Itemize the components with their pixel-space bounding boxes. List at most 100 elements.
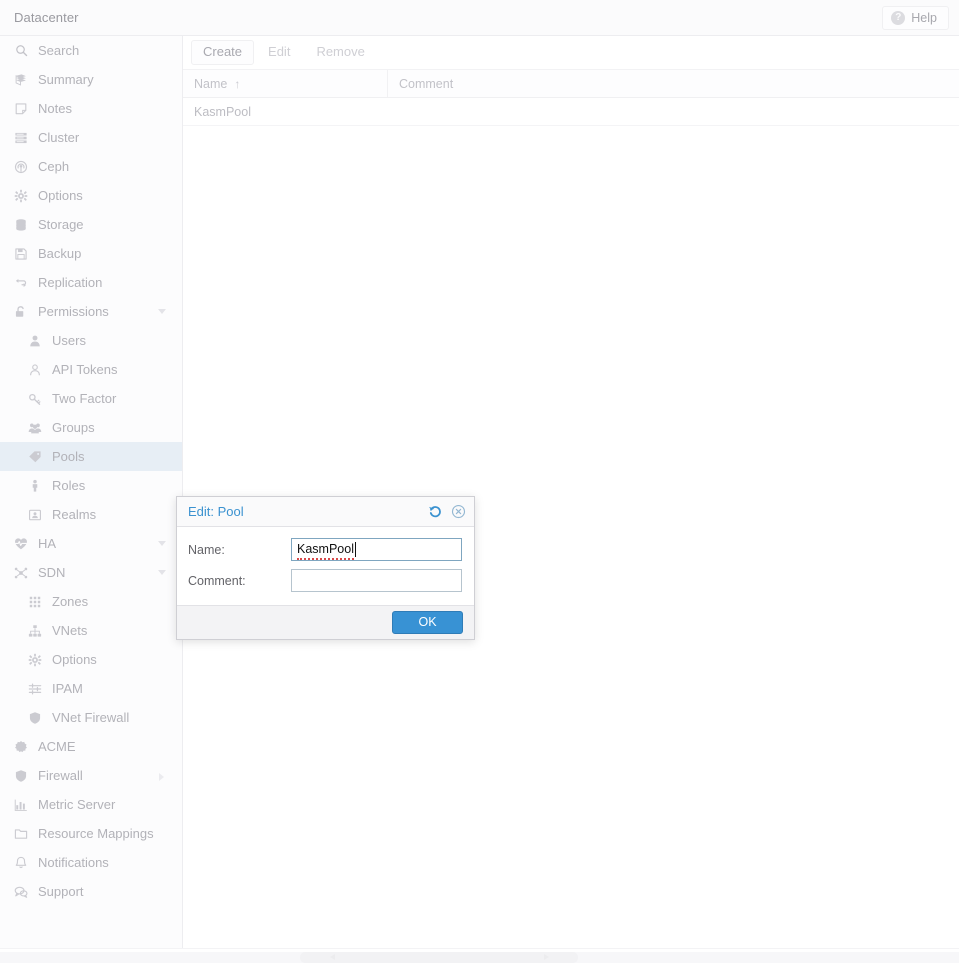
sidebar-item-label: Options: [38, 188, 83, 203]
sidebar-item-api-tokens[interactable]: API Tokens: [0, 355, 182, 384]
sidebar-item-firewall[interactable]: Firewall: [0, 761, 182, 790]
comments-icon: [12, 884, 30, 900]
column-header-name[interactable]: Name ↑: [183, 70, 388, 97]
id-card-icon: [26, 507, 44, 523]
sidebar-item-label: HA: [38, 536, 57, 551]
create-button[interactable]: Create: [191, 40, 255, 65]
sidebar-item-label: Groups: [52, 420, 95, 435]
sidebar-item-zones[interactable]: Zones: [0, 587, 182, 616]
sidebar-item-groups[interactable]: Groups: [0, 413, 182, 442]
sidebar-item-resource-mappings[interactable]: Resource Mappings: [0, 819, 182, 848]
edit-button[interactable]: Edit: [256, 40, 302, 65]
sidebar-item-label: API Tokens: [52, 362, 118, 377]
text-cursor: [354, 542, 356, 557]
sidebar-item-replication[interactable]: Replication: [0, 268, 182, 297]
sitemap-icon: [26, 623, 44, 639]
dialog-footer: OK: [177, 605, 474, 639]
database-icon: [12, 217, 30, 233]
scrollbar-thumb[interactable]: [300, 952, 578, 963]
remove-button[interactable]: Remove: [304, 40, 376, 65]
book-icon: [12, 72, 30, 88]
sidebar-item-support[interactable]: Support: [0, 877, 182, 906]
grid-header: Name ↑ Comment: [183, 70, 959, 98]
sidebar-item-ceph[interactable]: Ceph: [0, 152, 182, 181]
sidebar-item-label: Two Factor: [52, 391, 117, 406]
folder-icon: [12, 826, 30, 842]
sidebar-item-label: Roles: [52, 478, 86, 493]
unlock-icon: [12, 304, 30, 320]
note-icon: [12, 101, 30, 117]
cell-comment: [388, 98, 959, 125]
sidebar-item-roles[interactable]: Roles: [0, 471, 182, 500]
chevron-down-icon[interactable]: [158, 309, 166, 314]
sidebar-item-label: Permissions: [38, 304, 109, 319]
scroll-left-arrow-icon[interactable]: [330, 954, 335, 960]
help-button-label: Help: [911, 10, 937, 25]
sidebar-item-search[interactable]: Search: [0, 36, 182, 65]
top-bar: Datacenter ? Help: [0, 0, 959, 36]
sidebar-item-label: Options: [52, 652, 97, 667]
sidebar-item-notes[interactable]: Notes: [0, 94, 182, 123]
sidebar-item-pools[interactable]: Pools: [0, 442, 182, 471]
gear-icon: [26, 652, 44, 668]
sidebar-item-label: Support: [38, 884, 84, 899]
sidebar-item-label: SDN: [38, 565, 66, 580]
sidebar-item-label: Cluster: [38, 130, 80, 145]
sidebar-item-vnet-firewall[interactable]: VNet Firewall: [0, 703, 182, 732]
reset-circular-arrow-icon[interactable]: [428, 504, 443, 519]
sidebar-item-storage[interactable]: Storage: [0, 210, 182, 239]
sidebar-item-label: IPAM: [52, 681, 83, 696]
help-button[interactable]: ? Help: [882, 5, 949, 30]
comment-field-label: Comment:: [188, 573, 246, 588]
sidebar-item-acme[interactable]: ACME: [0, 732, 182, 761]
sidebar-item-users[interactable]: Users: [0, 326, 182, 355]
column-header-comment[interactable]: Comment: [388, 70, 959, 97]
chevron-down-icon[interactable]: [158, 541, 166, 546]
proxmox-datacenter-window: Datacenter ? Help Search Summary Notes Clu…: [0, 0, 959, 970]
sidebar-item-label: VNet Firewall: [52, 710, 130, 725]
close-circle-icon[interactable]: [451, 504, 466, 519]
sidebar[interactable]: Search Summary Notes Cluster Ceph Options Sto…: [0, 36, 183, 948]
sidebar-item-two-factor[interactable]: Two Factor: [0, 384, 182, 413]
sidebar-item-ha[interactable]: HA: [0, 529, 182, 558]
sidebar-item-realms[interactable]: Realms: [0, 500, 182, 529]
dialog-header: Edit: Pool: [177, 497, 474, 527]
key-icon: [26, 391, 44, 407]
dialog-header-tools: [428, 504, 466, 519]
scroll-right-arrow-icon[interactable]: [544, 954, 549, 960]
certificate-icon: [12, 739, 30, 755]
grid-body: KasmPool: [183, 98, 959, 126]
sidebar-item-label: Summary: [38, 72, 94, 87]
bar-chart-icon: [12, 797, 30, 813]
user-icon: [26, 333, 44, 349]
chevron-down-icon[interactable]: [158, 570, 166, 575]
sidebar-item-permissions[interactable]: Permissions: [0, 297, 182, 326]
sidebar-item-metric-server[interactable]: Metric Server: [0, 790, 182, 819]
sidebar-item-label: Search: [38, 43, 80, 58]
name-field-wrapper[interactable]: KasmPool: [291, 538, 462, 561]
sidebar-item-vnets[interactable]: VNets: [0, 616, 182, 645]
dialog-title: Edit: Pool: [188, 504, 244, 519]
sidebar-item-label: Users: [52, 333, 86, 348]
horizontal-scrollbar[interactable]: [0, 948, 959, 970]
refresh-arrows-icon: [12, 275, 30, 291]
sidebar-item-summary[interactable]: Summary: [0, 65, 182, 94]
ok-button[interactable]: OK: [392, 611, 463, 634]
network-nodes-icon: [12, 565, 30, 581]
comment-input[interactable]: [291, 569, 462, 592]
sidebar-item-options[interactable]: Options: [0, 181, 182, 210]
sidebar-item-label: Realms: [52, 507, 97, 522]
sidebar-item-cluster[interactable]: Cluster: [0, 123, 182, 152]
sidebar-item-label: Pools: [52, 449, 85, 464]
sidebar-item-ipam[interactable]: IPAM: [0, 674, 182, 703]
sidebar-item-backup[interactable]: Backup: [0, 239, 182, 268]
table-row[interactable]: KasmPool: [183, 98, 959, 126]
users-group-icon: [26, 420, 44, 436]
name-input-value: KasmPool: [297, 541, 354, 560]
sidebar-item-options[interactable]: Options: [0, 645, 182, 674]
sidebar-item-sdn[interactable]: SDN: [0, 558, 182, 587]
chevron-right-icon[interactable]: [159, 773, 164, 781]
comment-field-wrapper[interactable]: [291, 569, 462, 592]
user-outline-icon: [26, 362, 44, 378]
sidebar-item-notifications[interactable]: Notifications: [0, 848, 182, 877]
